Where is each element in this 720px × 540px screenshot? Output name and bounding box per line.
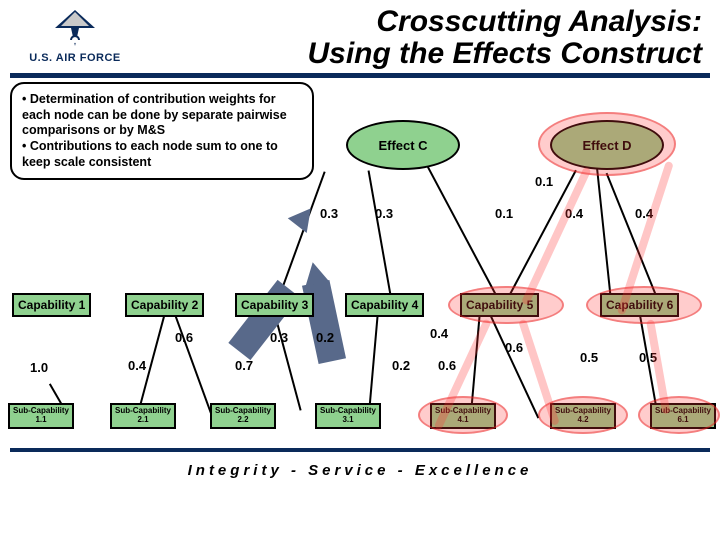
highlight-capability-6: [586, 286, 702, 324]
sub-capability-1-1: Sub-Capability 1.1: [8, 403, 74, 429]
highlight-capability-5: [448, 286, 564, 324]
org-name: U.S. AIR FORCE: [29, 52, 121, 64]
weight-label: 0.1: [535, 174, 553, 189]
logo-area: U.S. AIR FORCE: [10, 6, 140, 64]
weight-label: 1.0: [30, 360, 48, 375]
capability-4-node: Capability 4: [345, 293, 424, 317]
title-line-2: Using the Effects Construct: [140, 38, 702, 70]
callout-bullet-2: • Contributions to each node sum to one …: [22, 139, 302, 170]
effect-c-node: Effect C: [346, 120, 460, 170]
highlight-effect-d: [538, 112, 676, 176]
weight-label: 0.4: [128, 358, 146, 373]
effect-c-label: Effect C: [378, 138, 427, 153]
weight-label: 0.6: [438, 358, 456, 373]
weight-label: 0.3: [375, 206, 393, 221]
weight-label: 0.4: [430, 326, 448, 341]
page-title: Crosscutting Analysis: Using the Effects…: [140, 6, 710, 69]
weight-label: 0.2: [316, 330, 334, 345]
diagram-canvas: • Determination of contribution weights …: [10, 78, 710, 448]
header: U.S. AIR FORCE Crosscutting Analysis: Us…: [0, 0, 720, 69]
sub-capability-2-1: Sub-Capability 2.1: [110, 403, 176, 429]
motto: Integrity - Service - Excellence: [0, 462, 720, 479]
weight-label: 0.6: [175, 330, 193, 345]
footer-divider: [10, 448, 710, 452]
callout-note: • Determination of contribution weights …: [10, 82, 314, 180]
contribution-arrow-icon: [228, 280, 299, 360]
highlight-sub-6-1: [638, 396, 720, 434]
weight-label: 0.5: [580, 350, 598, 365]
title-line-1: Crosscutting Analysis:: [140, 6, 702, 38]
sub-capability-3-1: Sub-Capability 3.1: [315, 403, 381, 429]
callout-bullet-1: • Determination of contribution weights …: [22, 92, 302, 139]
weight-label: 0.1: [495, 206, 513, 221]
capability-2-node: Capability 2: [125, 293, 204, 317]
weight-label: 0.3: [270, 330, 288, 345]
weight-label: 0.7: [235, 358, 253, 373]
air-force-logo-icon: [45, 6, 105, 50]
capability-3-node: Capability 3: [235, 293, 314, 317]
weight-label: 0.6: [505, 340, 523, 355]
highlight-stroke: [521, 166, 592, 305]
capability-1-node: Capability 1: [12, 293, 91, 317]
highlight-sub-4-1: [418, 396, 508, 434]
weight-label: 0.2: [392, 358, 410, 373]
sub-capability-2-2: Sub-Capability 2.2: [210, 403, 276, 429]
weight-label: 0.3: [320, 206, 338, 221]
